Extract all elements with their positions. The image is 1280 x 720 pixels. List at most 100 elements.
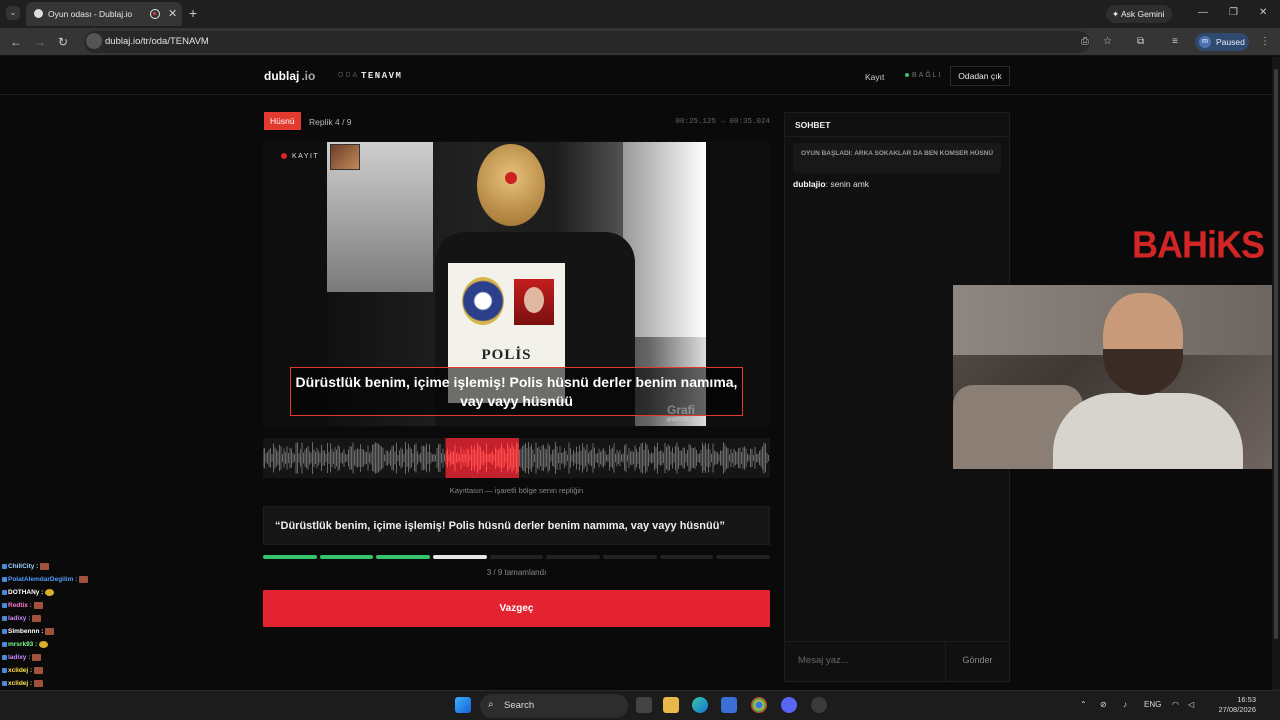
back-icon[interactable]: ← [10, 35, 22, 49]
leave-room-button[interactable]: Odadan çık [950, 66, 1010, 86]
emote-icon [45, 589, 55, 596]
extensions-icon[interactable]: ⧉ [1137, 36, 1144, 47]
bookmark-star-icon[interactable]: ☆ [1103, 36, 1112, 47]
time-range: 00:25.125 → 00:35.024 [675, 118, 770, 126]
forward-icon[interactable]: → [34, 35, 46, 49]
window-close-icon[interactable]: ✕ [1259, 7, 1267, 18]
stream-chat-line: xclidej : [2, 667, 44, 674]
reload-icon[interactable]: ↻ [58, 35, 68, 49]
address-bar[interactable]: dublaj.io/tr/oda/TENAVM [84, 31, 1090, 53]
profile-button[interactable]: m Paused [1195, 33, 1249, 51]
emote-icon [32, 654, 42, 661]
watermark-url: grafi2000.com [667, 417, 699, 423]
stream-chat-username: ChillCity : [8, 563, 39, 571]
stream-chat-username: PolatAlemdarDegilim : [8, 576, 78, 584]
stream-chat-username: xclidej : [8, 680, 33, 688]
police-seal-icon [462, 277, 504, 325]
watermark: Grafi [667, 403, 696, 417]
stream-chat-line: ChillCity : [2, 563, 50, 571]
waveform-svg [263, 438, 769, 478]
language-indicator[interactable]: ENG [1144, 700, 1161, 709]
progress-segment [716, 555, 770, 559]
tray-expand-icon[interactable]: ⌃ [1080, 700, 1087, 709]
line-quote: “Dürüstlük benim, içime işlemiş! Polis h… [263, 506, 770, 545]
stream-chat-overlay: ChillCity : PolatAlemdarDegilim : DOTHANy … [0, 558, 195, 708]
progress-segment [546, 555, 600, 559]
character-badge: Hüsnü [264, 112, 301, 130]
send-button[interactable]: Gönder [945, 641, 1009, 681]
tray-network-off-icon[interactable]: ⊘ [1100, 700, 1107, 709]
task-view-icon[interactable] [636, 697, 652, 713]
browser-tab[interactable]: Oyun odası - Dublaj.io ✕ [26, 2, 182, 26]
search-icon: ⌕ [488, 699, 494, 710]
clock-date: 27/08/2026 [1218, 705, 1256, 714]
progress-segment [376, 555, 430, 559]
wifi-icon[interactable]: ◠ [1172, 700, 1179, 709]
chat-message: dublajio: senin amk [793, 179, 869, 189]
progress-segment [603, 555, 657, 559]
install-app-icon[interactable]: ⎙ [1081, 36, 1089, 47]
page-scrollbar[interactable] [1272, 57, 1280, 690]
chat-badge-icon [2, 616, 7, 621]
profile-status: Paused [1216, 37, 1245, 47]
cancel-button[interactable]: Vazgeç [263, 590, 770, 627]
show-logo-thumbnail [330, 144, 360, 170]
start-icon[interactable] [455, 697, 471, 713]
video-player[interactable]: POLİS KAYIT Dürüstlük benim, içime işlem… [263, 141, 770, 427]
chat-badge-icon [2, 577, 7, 582]
stream-chat-username: DOTHANy : [8, 589, 44, 597]
stream-chat-line: mrsrk93 : [2, 641, 49, 649]
store-icon[interactable] [721, 697, 737, 713]
tray-mic-icon[interactable]: ♪ [1123, 700, 1127, 709]
edge-icon[interactable] [692, 697, 708, 713]
stream-chat-line: Slmbennn : [2, 628, 55, 636]
clock-time: 16:53 [1237, 695, 1256, 704]
stream-chat-line: Redtix : [2, 602, 43, 609]
chat-title: SOHBET [785, 113, 1009, 137]
taskbar-clock[interactable]: 16:53 27/08/2026 [1208, 695, 1256, 715]
streamer-webcam [953, 285, 1272, 469]
chat-input[interactable]: Mesaj yaz... [785, 641, 945, 681]
chat-badge-icon [2, 629, 7, 634]
ask-gemini-label: Ask Gemini [1121, 9, 1165, 19]
stream-chat-username: Slmbennn : [8, 628, 44, 636]
maximize-icon[interactable]: ❐ [1229, 7, 1238, 18]
browser-menu-icon[interactable]: ⋮ [1260, 36, 1270, 47]
room-code: TENAVM [361, 71, 403, 81]
volume-icon[interactable]: ◁ [1188, 700, 1194, 709]
stream-chat-username: mrsrk93 : [8, 641, 38, 649]
obs-icon[interactable] [811, 697, 827, 713]
chat-badge-icon [2, 603, 7, 608]
tab-search-icon[interactable]: ⌄ [6, 6, 20, 20]
ask-gemini-button[interactable]: ✦ Ask Gemini [1106, 5, 1173, 23]
emote-icon [32, 615, 42, 622]
media-controls-icon[interactable]: ≡ [1172, 36, 1178, 47]
streamer-brand-logo: BAHiKS [1132, 222, 1265, 266]
site-info-icon[interactable] [86, 33, 102, 49]
site-logo[interactable]: dublaj .io [264, 69, 315, 83]
id-photo [514, 279, 554, 325]
chat-message-user: dublajio [793, 179, 826, 189]
discord-icon[interactable] [781, 697, 797, 713]
stream-chat-line: PolatAlemdarDegilim : [2, 576, 89, 584]
taskbar-search-label: Search [504, 700, 535, 711]
record-link[interactable]: Kayıt [865, 72, 884, 82]
progress-segment [489, 555, 544, 559]
progress-segment [319, 555, 374, 559]
emote-icon [34, 667, 44, 674]
emote-icon [45, 628, 55, 635]
new-tab-icon[interactable]: + [189, 5, 197, 21]
stream-chat-username: ladixy : [8, 654, 31, 662]
tab-title: Oyun odası - Dublaj.io [48, 9, 133, 19]
stream-chat-username: Redtix : [8, 602, 32, 610]
file-explorer-icon[interactable] [663, 697, 679, 713]
chrome-icon[interactable] [751, 697, 767, 713]
emote-icon [79, 576, 89, 583]
address-url: dublaj.io/tr/oda/TENAVM [105, 36, 209, 47]
connection-status: BAĞLI [905, 72, 943, 79]
waveform[interactable] [263, 438, 770, 478]
taskbar-search[interactable]: ⌕ Search [480, 694, 628, 718]
minimize-icon[interactable]: — [1198, 7, 1208, 18]
tab-close-icon[interactable]: ✕ [168, 7, 177, 20]
chat-badge-icon [2, 642, 7, 647]
